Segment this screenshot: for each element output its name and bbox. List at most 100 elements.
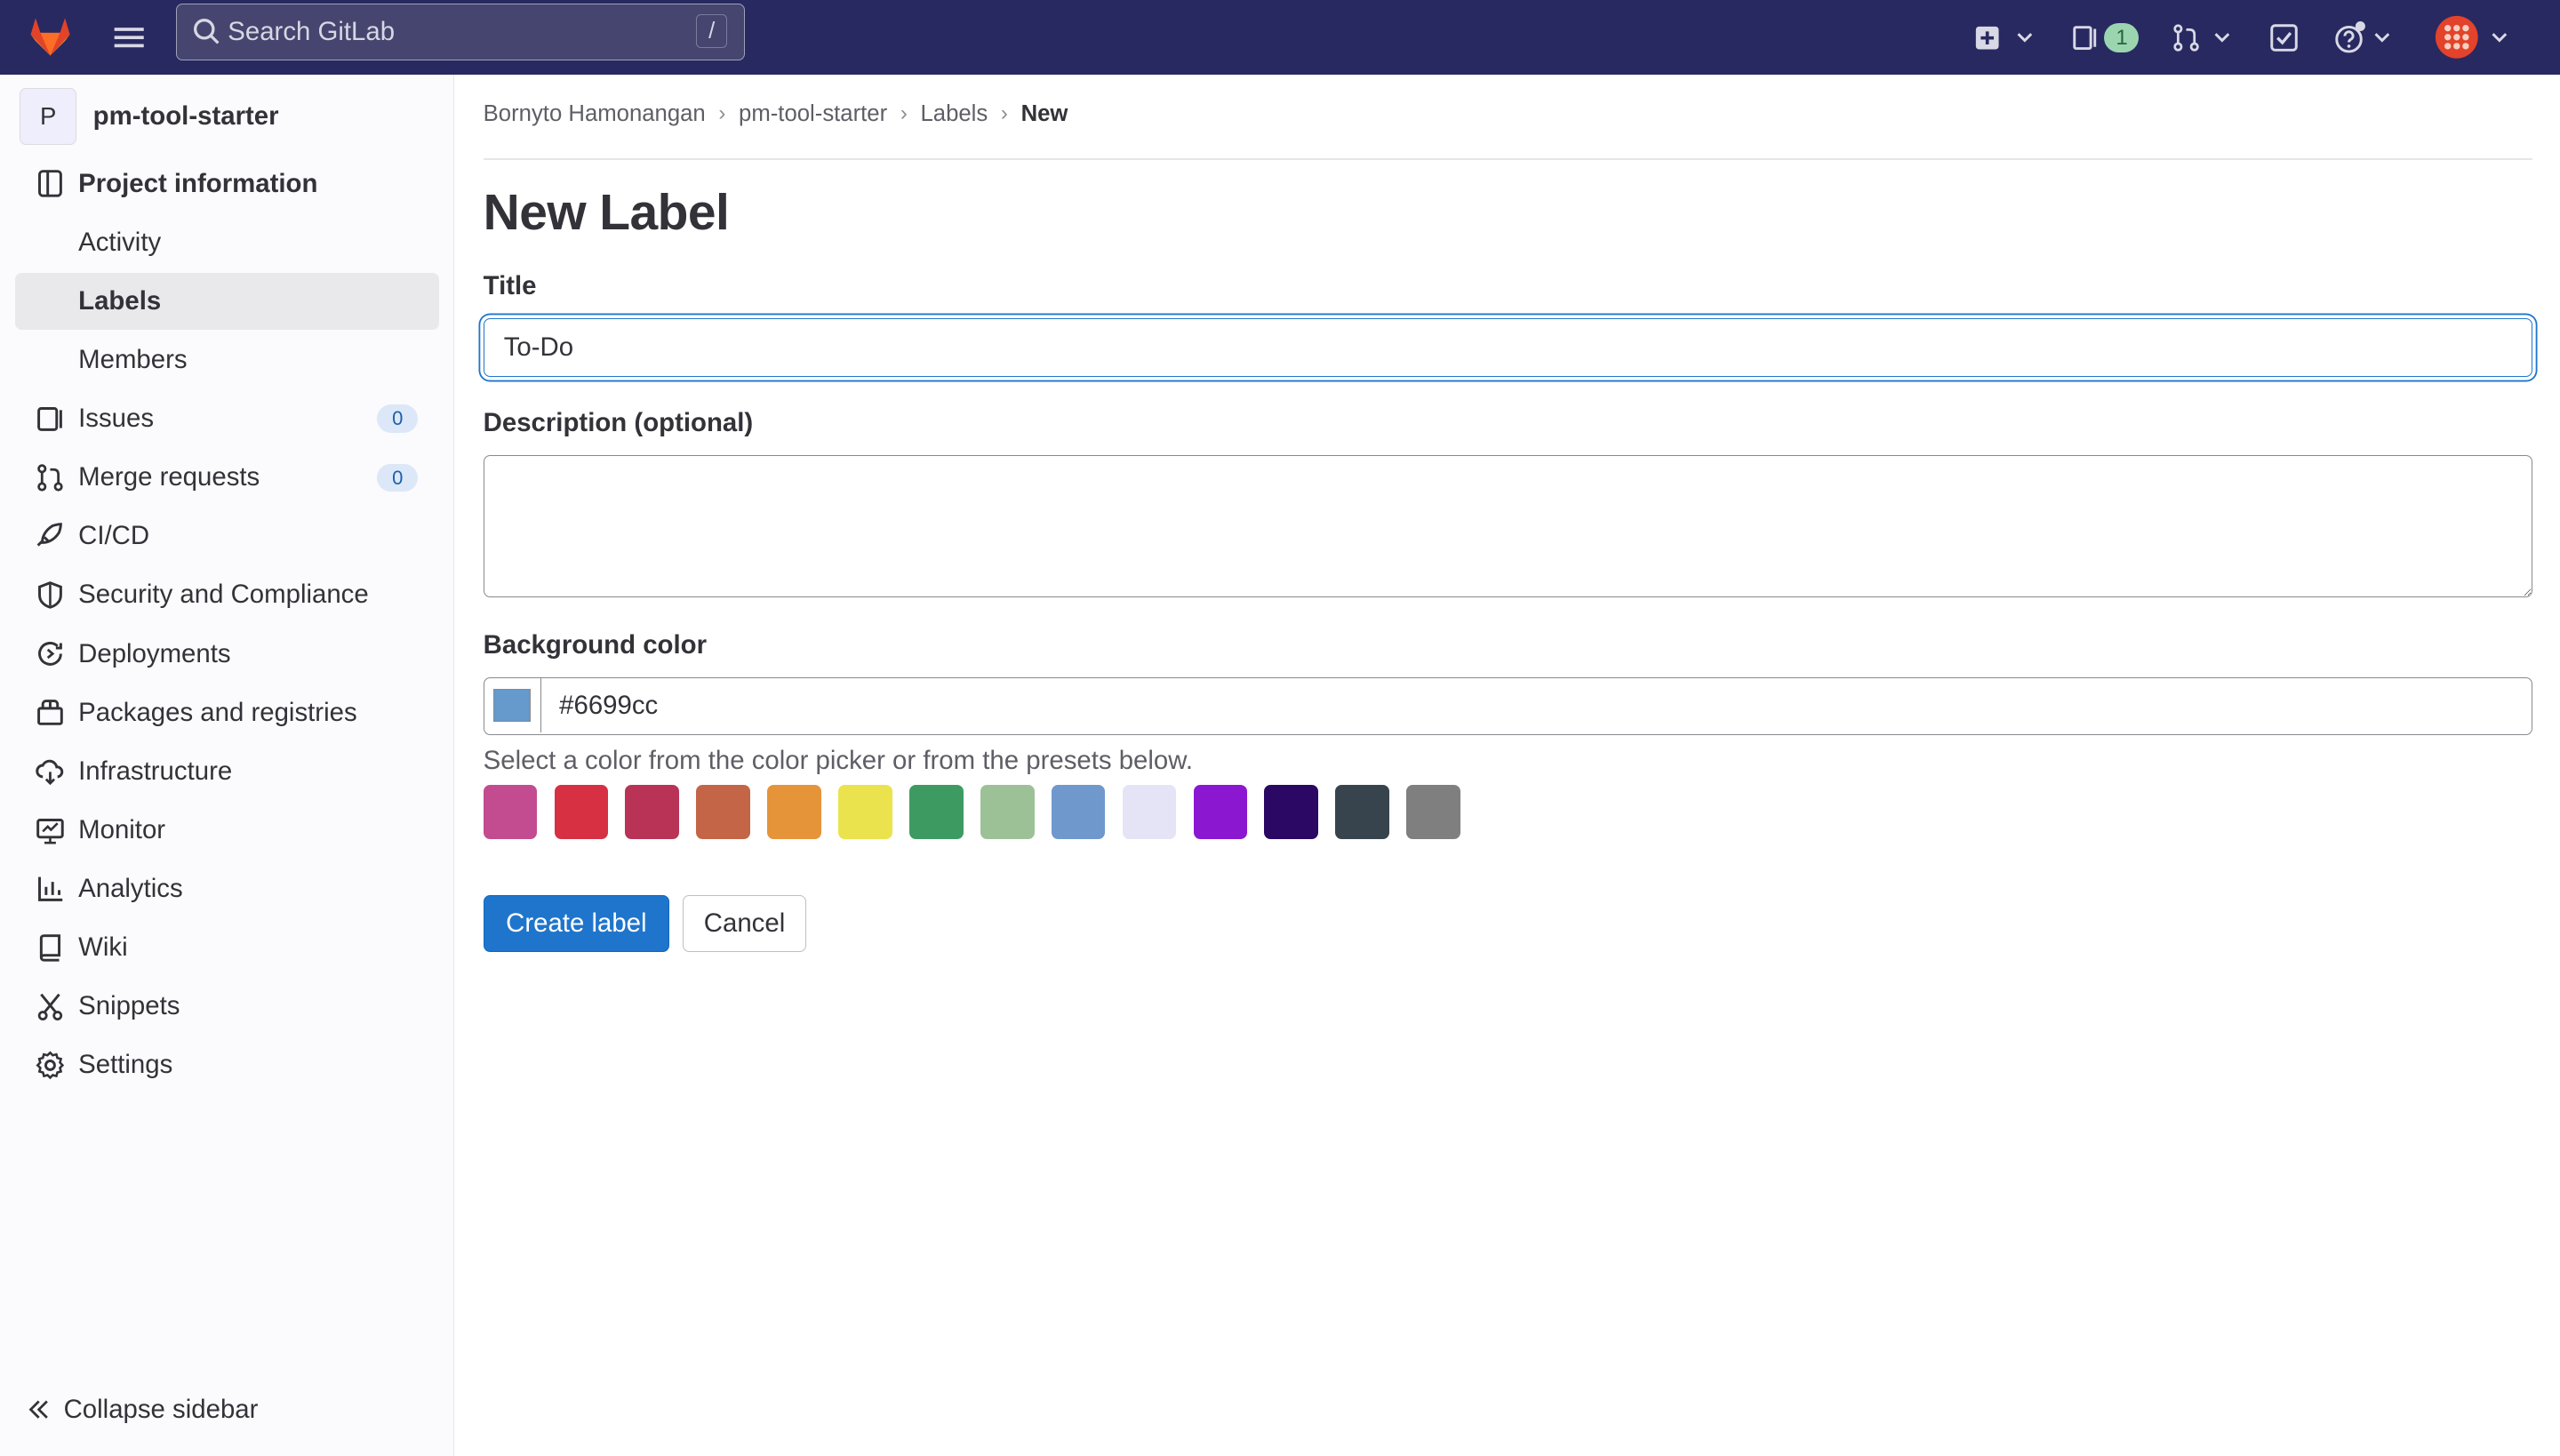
color-preset-swatch[interactable] — [980, 785, 1035, 840]
search-shortcut-hint: / — [696, 13, 728, 49]
title-input[interactable] — [483, 318, 2532, 378]
search-input[interactable]: Search GitLab / — [176, 3, 745, 60]
color-preset-swatch[interactable] — [696, 785, 750, 840]
issues-nav-button[interactable]: 1 — [2072, 15, 2140, 60]
color-preset-swatch[interactable] — [1264, 785, 1319, 840]
title-label: Title — [483, 270, 537, 300]
sidebar-item-activity[interactable]: Activity — [15, 214, 440, 271]
project-avatar: P — [20, 88, 77, 146]
snippet-icon — [37, 993, 62, 1020]
sidebar-item-label: Labels — [78, 285, 162, 316]
sidebar-item-label: Analytics — [78, 874, 183, 904]
project-sidebar: P pm-tool-starter Project information Ac… — [0, 75, 454, 1456]
sidebar-item-label: Infrastructure — [78, 756, 233, 786]
merge-request-icon — [2173, 24, 2199, 52]
chevron-right-icon: › — [1000, 101, 1008, 126]
sidebar-item-analytics[interactable]: Analytics — [15, 860, 440, 917]
color-preset-swatch[interactable] — [554, 785, 609, 840]
chevron-down-icon — [2017, 33, 2032, 43]
sidebar-item-label: Deployments — [78, 638, 231, 668]
cancel-button[interactable]: Cancel — [682, 894, 807, 952]
breadcrumb-user[interactable]: Bornyto Hamonangan — [484, 101, 706, 127]
cloud-icon — [35, 760, 63, 786]
description-textarea[interactable] — [483, 455, 2532, 598]
issues-icon — [2073, 25, 2096, 50]
sidebar-item-label: Monitor — [78, 814, 166, 844]
todo-icon — [2270, 23, 2298, 52]
sidebar-item-issues[interactable]: Issues 0 — [15, 390, 440, 447]
color-preset-swatch[interactable] — [1193, 785, 1248, 840]
color-preset-swatch[interactable] — [625, 785, 680, 840]
color-preset-swatch[interactable] — [767, 785, 821, 840]
color-picker-button[interactable] — [484, 678, 541, 732]
merge-requests-count-badge: 0 — [377, 463, 419, 492]
chevron-right-icon: › — [900, 101, 908, 126]
monitor-icon — [36, 818, 64, 844]
menu-icon[interactable] — [111, 20, 147, 55]
user-avatar — [2435, 16, 2478, 60]
merge-requests-nav-button[interactable] — [2172, 15, 2234, 60]
search-icon — [193, 19, 220, 44]
gear-icon — [36, 1051, 64, 1080]
color-preset-swatch[interactable] — [1335, 785, 1389, 840]
help-icon — [2335, 20, 2366, 53]
sidebar-item-label: Security and Compliance — [78, 580, 369, 610]
sidebar-item-monitor[interactable]: Monitor — [15, 802, 440, 859]
background-color-field — [483, 677, 2532, 735]
help-nav-button[interactable] — [2334, 15, 2393, 60]
chevron-down-icon — [2492, 33, 2508, 43]
sidebar-item-members[interactable]: Members — [15, 332, 440, 388]
color-preset-swatch[interactable] — [1051, 785, 1106, 840]
sidebar-item-infrastructure[interactable]: Infrastructure — [15, 743, 440, 800]
info-icon — [37, 170, 62, 197]
create-label-button[interactable]: Create label — [483, 894, 670, 952]
background-color-label: Background color — [483, 629, 708, 660]
collapse-sidebar-button[interactable]: Collapse sidebar — [26, 1395, 258, 1425]
todo-nav-button[interactable] — [2269, 15, 2299, 60]
breadcrumb-current: New — [1020, 100, 1068, 126]
project-name: pm-tool-starter — [92, 101, 279, 132]
color-preset-swatch[interactable] — [1122, 785, 1177, 840]
description-label: Description (optional) — [483, 408, 754, 438]
user-menu-button[interactable] — [2435, 15, 2511, 60]
chevron-down-icon — [2214, 33, 2230, 43]
sidebar-item-merge-requests[interactable]: Merge requests 0 — [15, 449, 440, 506]
sidebar-item-settings[interactable]: Settings — [15, 1036, 440, 1093]
merge-request-icon — [36, 464, 63, 492]
new-menu-button[interactable] — [1974, 15, 2036, 60]
background-color-input[interactable] — [540, 678, 2532, 734]
color-preset-swatch[interactable] — [1406, 785, 1460, 840]
sidebar-item-label: Project information — [78, 168, 318, 198]
sidebar-item-label: Members — [78, 344, 188, 374]
breadcrumb: Bornyto Hamonangan › pm-tool-starter › L… — [484, 101, 1068, 127]
sidebar-item-security[interactable]: Security and Compliance — [15, 566, 440, 623]
sidebar-project-link[interactable]: P pm-tool-starter — [20, 88, 279, 146]
color-preset-swatch[interactable] — [838, 785, 892, 840]
chevron-double-left-icon — [28, 1400, 49, 1419]
sidebar-item-deployments[interactable]: Deployments — [15, 625, 440, 682]
issues-count-badge: 0 — [377, 404, 419, 433]
sidebar-item-label: Merge requests — [78, 462, 260, 492]
sidebar-item-wiki[interactable]: Wiki — [15, 919, 440, 976]
package-icon — [36, 700, 63, 726]
color-presets — [483, 785, 1477, 840]
sidebar-item-label: CI/CD — [78, 521, 150, 551]
rocket-icon — [36, 523, 62, 547]
sidebar-item-label: Issues — [78, 404, 155, 434]
color-preset-swatch[interactable] — [483, 785, 538, 840]
sidebar-item-packages[interactable]: Packages and registries — [15, 684, 440, 741]
gitlab-logo[interactable] — [26, 12, 75, 60]
search-placeholder: Search GitLab — [228, 16, 396, 46]
color-hint-text: Select a color from the color picker or … — [483, 746, 1194, 776]
color-preset-swatch[interactable] — [909, 785, 964, 840]
sidebar-item-labels[interactable]: Labels — [14, 272, 440, 330]
book-icon — [39, 933, 60, 962]
sidebar-item-label: Packages and registries — [78, 697, 357, 727]
sidebar-item-snippets[interactable]: Snippets — [15, 978, 440, 1035]
breadcrumb-project[interactable]: pm-tool-starter — [739, 101, 887, 127]
shield-icon — [37, 581, 62, 609]
sidebar-item-cicd[interactable]: CI/CD — [15, 508, 440, 564]
divider — [483, 158, 2532, 160]
sidebar-item-project-information[interactable]: Project information — [15, 155, 440, 212]
breadcrumb-labels[interactable]: Labels — [920, 101, 988, 127]
